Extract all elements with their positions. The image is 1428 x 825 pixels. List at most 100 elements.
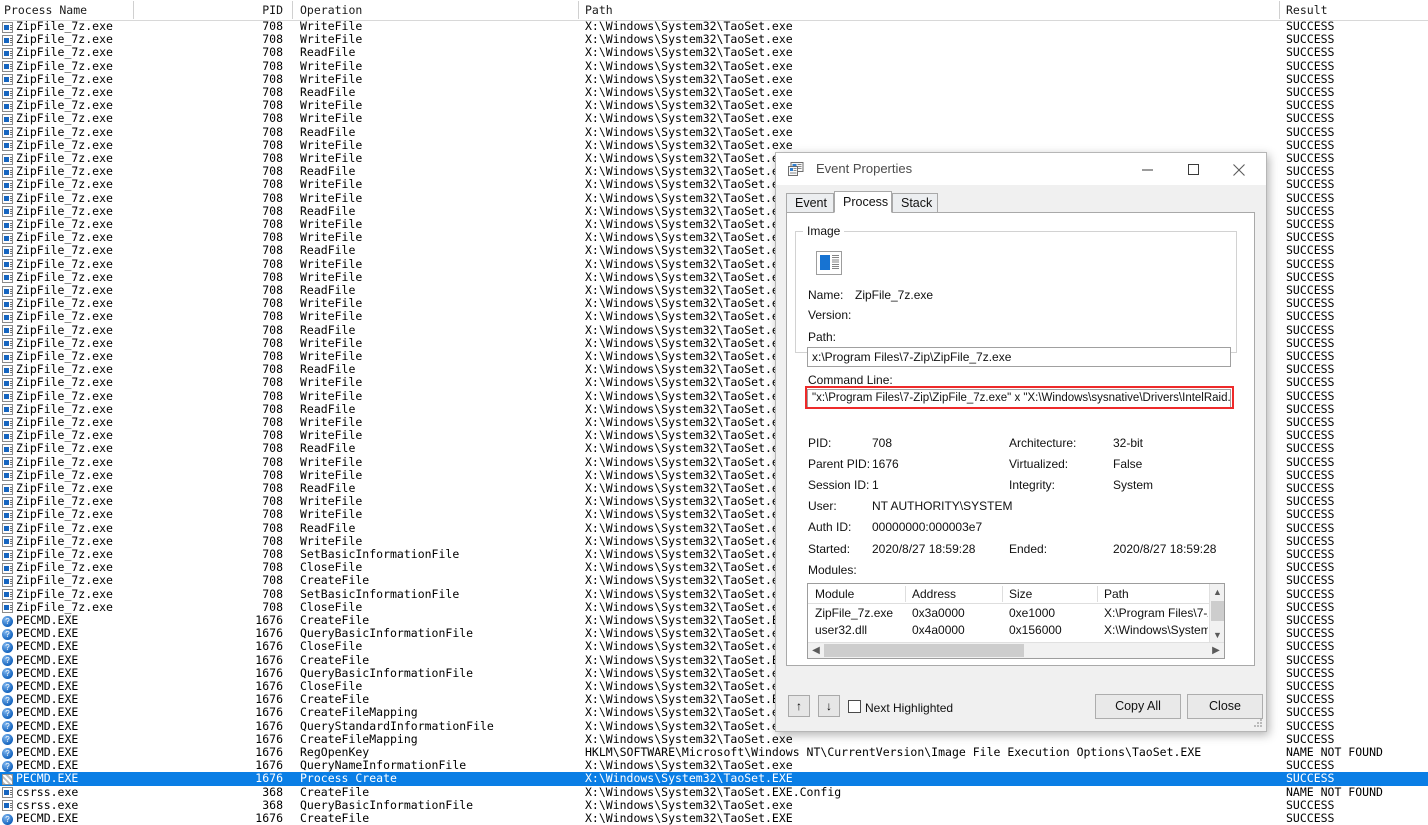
table-row[interactable]: ZipFile_7z.exe708ReadFileX:\Windows\Syst… [0,46,1428,59]
cell-path: X:\Windows\System32\TaoSet.exe [585,561,793,574]
cell-path: X:\Windows\System32\TaoSet.exe [585,574,793,587]
cell-process-name: ZipFile_7z.exe [16,350,113,363]
previous-event-button[interactable]: ↑ [788,695,810,717]
cell-result: SUCCESS [1286,720,1334,733]
module-size: 0x156000 [1009,623,1062,637]
image-path-field[interactable]: x:\Program Files\7-Zip\ZipFile_7z.exe [807,347,1231,367]
table-row[interactable]: PECMD.EXE1676CreateFileX:\Windows\System… [0,812,1428,825]
exe-icon [2,48,13,59]
exe-icon [2,589,13,600]
cell-operation: WriteFile [300,310,362,323]
resize-grip[interactable] [1253,718,1263,728]
exe-icon [2,444,13,455]
cell-pid: 1676 [215,706,283,719]
column-divider[interactable] [1279,1,1280,19]
cell-path: X:\Windows\System32\TaoSet.exe [585,535,793,548]
scroll-down-icon[interactable]: ▼ [1210,627,1225,643]
table-row[interactable]: ZipFile_7z.exe708WriteFileX:\Windows\Sys… [0,60,1428,73]
table-row[interactable]: ZipFile_7z.exe708WriteFileX:\Windows\Sys… [0,112,1428,125]
cell-result: SUCCESS [1286,495,1334,508]
column-header-result[interactable]: Result [1286,3,1328,17]
table-row[interactable]: ZipFile_7z.exe708ReadFileX:\Windows\Syst… [0,126,1428,139]
cell-result: SUCCESS [1286,99,1334,112]
close-icon[interactable] [1216,153,1262,185]
column-divider[interactable] [133,1,134,19]
minimize-button[interactable] [1124,153,1170,185]
table-row[interactable]: csrss.exe368CreateFileX:\Windows\System3… [0,786,1428,799]
table-row[interactable]: PECMD.EXE1676QueryNameInformationFileX:\… [0,759,1428,772]
cell-process-name: PECMD.EXE [16,640,78,653]
modules-col-divider[interactable] [1002,586,1003,602]
module-path: X:\Windows\System32\ [1104,623,1208,637]
module-name: user32.dll [815,623,867,637]
column-header-process-name[interactable]: Process Name [4,3,87,17]
modules-vertical-scrollbar[interactable]: ▲ ▼ [1209,584,1224,643]
cell-path: X:\Windows\System32\TaoSet.exe [585,469,793,482]
column-header-pid[interactable]: PID [255,3,283,17]
tab-event[interactable]: Event [786,193,834,213]
close-button[interactable]: Close [1187,694,1263,719]
modules-table[interactable]: Module Address Size Path ZipFile_7z.exe … [807,583,1225,659]
module-name: ZipFile_7z.exe [815,606,893,620]
command-line-field[interactable]: "x:\Program Files\7-Zip\ZipFile_7z.exe" … [807,389,1231,409]
next-event-button[interactable]: ↓ [818,695,840,717]
exe-icon [2,246,13,257]
modules-table-row[interactable]: user32.dll 0x4a0000 0x156000 X:\Windows\… [808,623,1208,640]
cell-pid: 708 [215,165,283,178]
modules-table-row[interactable]: ZipFile_7z.exe 0x3a0000 0xe1000 X:\Progr… [808,606,1208,623]
process-icon [2,774,13,785]
modules-col-address[interactable]: Address [912,587,956,601]
column-divider[interactable] [292,1,293,19]
tab-stack[interactable]: Stack [892,193,938,213]
modules-col-module[interactable]: Module [815,587,854,601]
cell-path: X:\Windows\System32\TaoSet.exe [585,588,793,601]
scroll-left-icon[interactable]: ◀ [808,643,824,658]
table-row[interactable]: ZipFile_7z.exe708WriteFileX:\Windows\Sys… [0,20,1428,33]
ended-label: Ended: [1009,542,1047,556]
table-row[interactable]: csrss.exe368QueryBasicInformationFileX:\… [0,799,1428,812]
cell-path: X:\Windows\System32\TaoSet.exe [585,178,793,191]
image-groupbox-label: Image [803,224,844,238]
cell-path: X:\Windows\System32\TaoSet.exe [585,482,793,495]
tab-process[interactable]: Process [834,191,892,213]
cell-process-name: ZipFile_7z.exe [16,112,113,125]
column-header-operation[interactable]: Operation [300,3,362,17]
modules-horizontal-scrollbar[interactable]: ◀ ▶ [808,642,1224,658]
horizontal-scroll-thumb[interactable] [824,644,1024,657]
table-row[interactable]: PECMD.EXE1676RegOpenKeyHKLM\SOFTWARE\Mic… [0,746,1428,759]
table-row[interactable]: ZipFile_7z.exe708ReadFileX:\Windows\Syst… [0,86,1428,99]
table-row[interactable]: ZipFile_7z.exe708WriteFileX:\Windows\Sys… [0,99,1428,112]
modules-col-divider[interactable] [905,586,906,602]
cell-operation: Process Create [300,772,397,785]
maximize-button[interactable] [1170,153,1216,185]
scroll-up-icon[interactable]: ▲ [1210,584,1225,600]
scroll-right-icon[interactable]: ▶ [1208,643,1224,658]
table-row[interactable]: ZipFile_7z.exe708WriteFileX:\Windows\Sys… [0,33,1428,46]
column-divider[interactable] [578,1,579,19]
exe-icon [2,470,13,481]
exe-icon [2,787,13,798]
cell-path: X:\Windows\System32\TaoSet.exe [585,376,793,389]
cell-result: SUCCESS [1286,561,1334,574]
dialog-title-bar[interactable]: Event Properties [776,153,1266,185]
table-row[interactable]: ZipFile_7z.exe708WriteFileX:\Windows\Sys… [0,73,1428,86]
cell-path: X:\Windows\System32\TaoSet.exe [585,46,793,59]
cell-path: X:\Windows\System32\TaoSet.exe [585,337,793,350]
modules-col-divider[interactable] [1097,586,1098,602]
table-row[interactable]: PECMD.EXE1676Process CreateX:\Windows\Sy… [0,772,1428,785]
column-header-path[interactable]: Path [585,3,613,17]
cell-pid: 708 [215,548,283,561]
vertical-scroll-thumb[interactable] [1211,601,1224,621]
copy-all-button[interactable]: Copy All [1095,694,1181,719]
cell-pid: 1676 [215,614,283,627]
module-path: X:\Program Files\7-Zip\ [1104,606,1208,620]
modules-col-path[interactable]: Path [1104,587,1129,601]
modules-col-size[interactable]: Size [1009,587,1032,601]
ended-value: 2020/8/27 18:59:28 [1113,542,1216,556]
table-row[interactable]: PECMD.EXE1676CreateFileMappingX:\Windows… [0,733,1428,746]
cell-path: X:\Windows\System32\TaoSet.exe [585,324,793,337]
table-row[interactable]: ZipFile_7z.exe708WriteFileX:\Windows\Sys… [0,139,1428,152]
exe-icon [2,101,13,112]
next-highlighted-checkbox[interactable] [848,700,861,713]
cell-path: X:\Windows\System32\TaoSet.exe [585,152,793,165]
